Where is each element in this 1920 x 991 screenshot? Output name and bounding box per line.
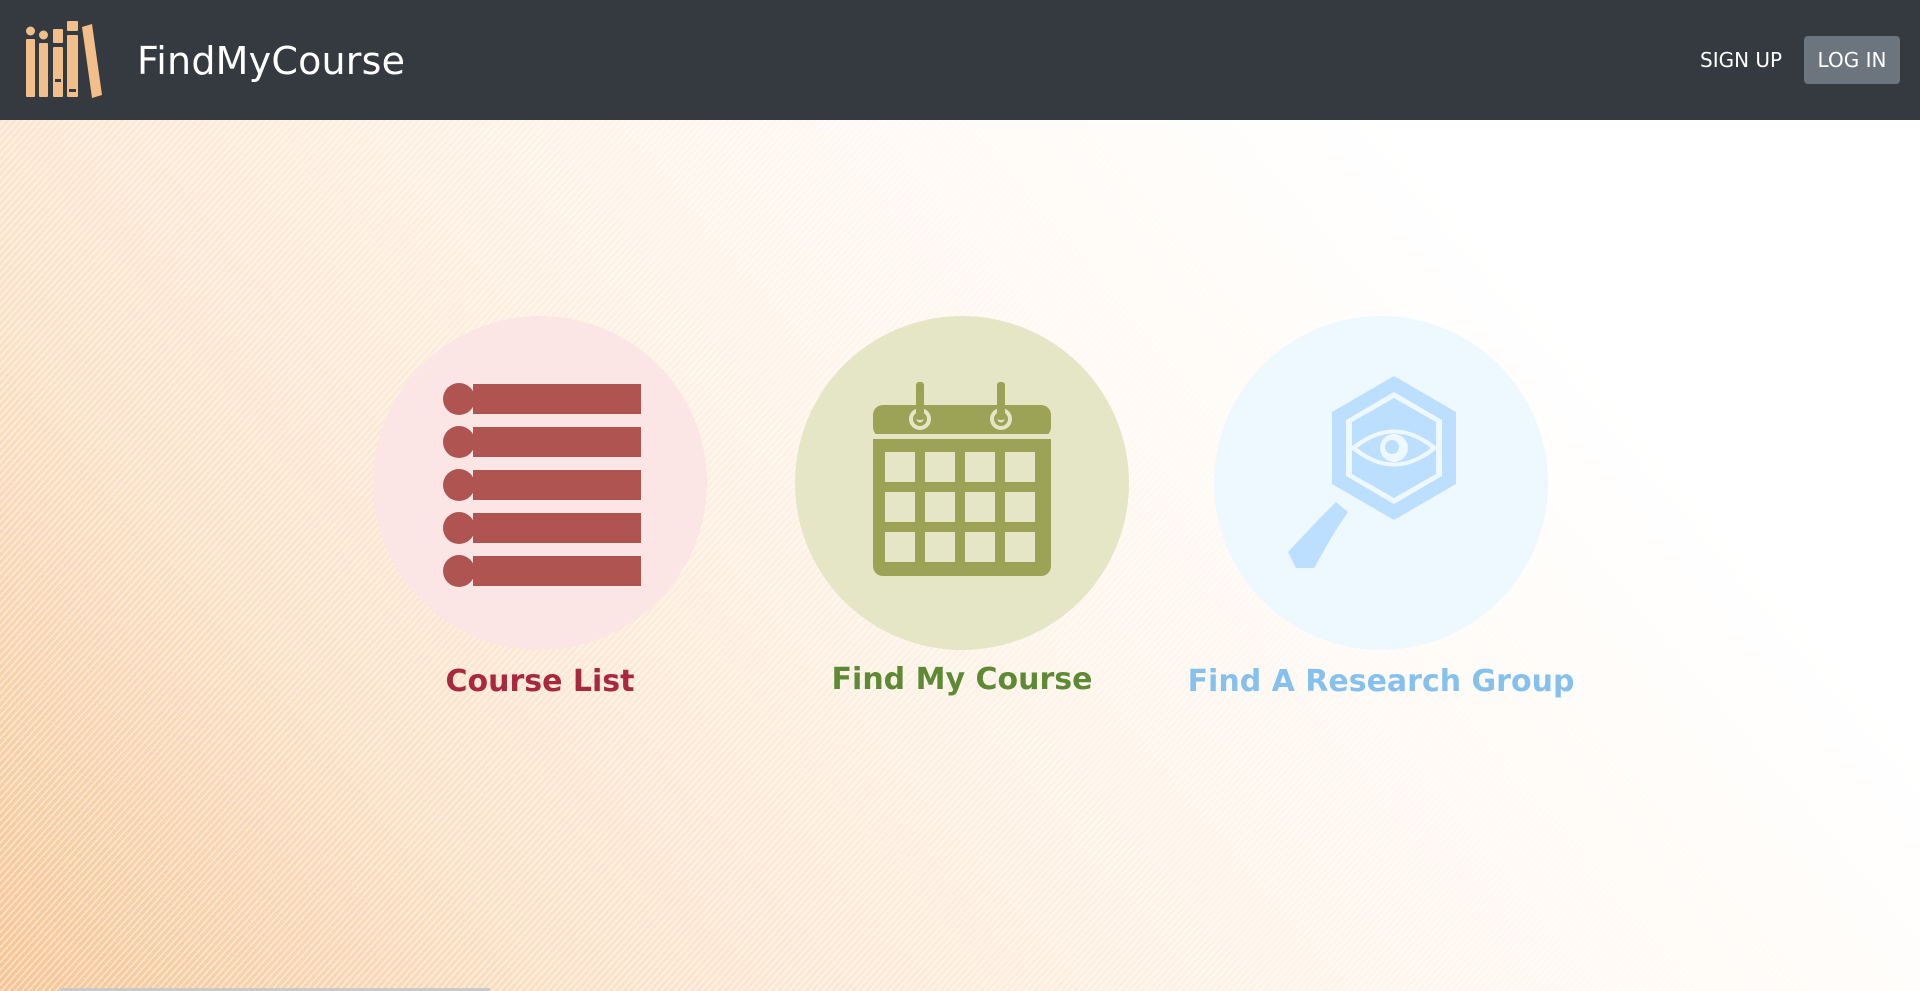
brand-title[interactable]: FindMyCourse — [137, 38, 405, 84]
find-my-course-label[interactable]: Find My Course — [752, 660, 1172, 700]
magnifier-eye-icon — [1288, 376, 1456, 568]
course-list-card[interactable]: Course List — [370, 316, 710, 699]
calendar-icon — [873, 382, 1051, 576]
log-in-button[interactable]: LOG IN — [1804, 36, 1900, 84]
course-list-circle[interactable] — [373, 316, 707, 650]
sign-up-link[interactable]: SIGN UP — [1700, 46, 1782, 74]
find-research-group-label[interactable]: Find A Research Group — [1171, 662, 1591, 702]
hero-background: Course List Find My Course Find A Resear… — [0, 120, 1920, 991]
find-research-group-circle[interactable] — [1214, 316, 1548, 650]
top-navbar: FindMyCourse SIGN UP LOG IN — [0, 0, 1920, 120]
course-list-label[interactable]: Course List — [330, 662, 750, 702]
find-my-course-circle[interactable] — [795, 316, 1129, 650]
find-research-group-card[interactable]: Find A Research Group — [1188, 316, 1574, 699]
find-my-course-card[interactable]: Find My Course — [792, 316, 1132, 697]
bookshelf-icon[interactable] — [26, 21, 102, 99]
list-icon — [443, 383, 641, 587]
